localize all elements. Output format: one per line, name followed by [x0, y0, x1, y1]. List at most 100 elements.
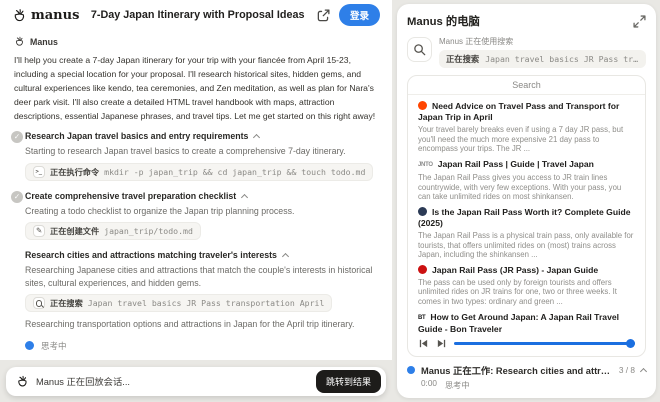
search-result[interactable]: BTHow to Get Around Japan: A Japan Rail …	[418, 312, 635, 333]
site-favicon-icon: JNTO	[418, 160, 433, 171]
manus-brand[interactable]: manus	[12, 8, 79, 23]
action-chip[interactable]: 正在搜索 Japan travel basics JR Pass transpo…	[25, 294, 332, 312]
action-chip-label: 正在执行命令	[50, 166, 99, 178]
site-favicon-icon	[418, 101, 427, 110]
action-chip[interactable]: 正在创建文件 japan_trip/todo.md	[25, 222, 201, 240]
manus-logo-icon	[12, 8, 27, 23]
skip-back-icon[interactable]	[418, 338, 429, 349]
result-title-row: Need Advice on Travel Pass and Transport…	[418, 101, 635, 123]
task-description: Starting to research Japan travel basics…	[25, 145, 378, 158]
working-status-row[interactable]: Manus 正在工作: Research cities and attracti…	[407, 363, 646, 377]
result-title-row: Is the Japan Rail Pass Worth it? Complet…	[418, 207, 635, 229]
task-sections: Research Japan travel basics and entry r…	[14, 131, 378, 331]
tool-usage-label: Manus 正在使用搜索	[439, 36, 646, 47]
task-description: Creating a todo checklist to organize th…	[25, 205, 378, 218]
task-header[interactable]: Create comprehensive travel preparation …	[25, 191, 378, 201]
search-result[interactable]: Japan Rail Pass (JR Pass) - Japan Guide …	[418, 265, 635, 307]
task-title: Research Japan travel basics and entry r…	[25, 131, 248, 141]
thinking-dot-icon	[25, 341, 34, 350]
result-title: Need Advice on Travel Pass and Transport…	[418, 101, 619, 122]
top-header: manus 7-Day Japan Itinerary with Proposa…	[0, 0, 392, 30]
search-results-window: Search Need Advice on Travel Pass and Tr…	[407, 75, 646, 357]
search-results-list[interactable]: Need Advice on Travel Pass and Transport…	[408, 95, 645, 333]
tool-action-label: 正在搜索	[446, 53, 479, 65]
task-section: Research Japan travel basics and entry r…	[14, 131, 378, 183]
intro-message: I'll help you create a 7-day Japan itine…	[14, 53, 378, 123]
result-snippet: The Japan Rail Pass gives you access to …	[418, 173, 635, 202]
task-section: Research cities and attractions matching…	[14, 250, 378, 331]
task-title: Research cities and attractions matching…	[25, 250, 277, 260]
result-title-row: BTHow to Get Around Japan: A Japan Rail …	[418, 312, 635, 333]
computer-header: Manus 的电脑	[407, 13, 646, 29]
result-title: Japan Rail Pass (JR Pass) - Japan Guide	[432, 265, 598, 275]
search-result[interactable]: Need Advice on Travel Pass and Transport…	[418, 101, 635, 154]
search-result[interactable]: JNTO Japan Rail Pass | Guide | Travel Jap…	[418, 159, 635, 202]
agent-name: Manus	[30, 37, 58, 47]
brand-wordmark: manus	[31, 8, 79, 23]
manus-logo-icon	[16, 375, 29, 388]
task-header[interactable]: Research Japan travel basics and entry r…	[25, 131, 378, 141]
result-title: Japan Rail Pass | Guide | Travel Japan	[438, 159, 594, 169]
task-description: Researching Japanese cities and attracti…	[25, 264, 378, 289]
playback-slider[interactable]	[454, 339, 635, 348]
action-chip-icon	[33, 297, 45, 309]
computer-footer: Manus 正在工作: Research cities and attracti…	[407, 363, 646, 391]
agent-row: Manus	[14, 36, 378, 47]
thinking-label: 思考中	[41, 340, 67, 352]
slider-track	[454, 342, 635, 345]
result-title-row: JNTO Japan Rail Pass | Guide | Travel Jap…	[418, 159, 635, 172]
computer-title: Manus 的电脑	[407, 13, 480, 29]
tool-usage-row: Manus 正在使用搜索 正在搜索 Japan travel basics JR…	[407, 36, 646, 68]
chevron-up-icon	[253, 134, 260, 141]
share-icon[interactable]	[316, 8, 331, 23]
task-section: Create comprehensive travel preparation …	[14, 191, 378, 243]
site-favicon-icon	[418, 265, 427, 274]
tool-action-bar: 正在搜索 Japan travel basics JR Pass transpo…	[439, 50, 646, 68]
result-title-row: Japan Rail Pass (JR Pass) - Japan Guide	[418, 265, 635, 276]
check-icon	[11, 131, 23, 143]
result-title: How to Get Around Japan: A Japan Rail Tr…	[418, 312, 619, 333]
expand-icon[interactable]	[633, 15, 646, 28]
action-chip-value: mkdir -p japan_trip && cd japan_trip && …	[104, 167, 365, 177]
task-header[interactable]: Research cities and attractions matching…	[25, 250, 378, 260]
result-snippet: The Japan Rail Pass is a physical train …	[418, 231, 635, 260]
playback-status: Manus 正在回放会话...	[36, 374, 309, 388]
action-chip[interactable]: 正在执行命令 mkdir -p japan_trip && cd japan_t…	[25, 163, 373, 181]
playback-bar-area: Manus 正在回放会话... 跳转到结果	[0, 360, 392, 402]
chat-panel: manus 7-Day Japan Itinerary with Proposa…	[0, 0, 392, 402]
action-chip-value: Japan travel basics JR Pass transportati…	[88, 298, 325, 308]
replay-controls	[408, 333, 645, 356]
chevron-up-icon[interactable]	[640, 367, 647, 374]
result-title: Is the Japan Rail Pass Worth it? Complet…	[418, 207, 631, 228]
manus-avatar-icon	[14, 36, 25, 47]
task-description-secondary: Researching transportation options and a…	[25, 318, 378, 331]
app-root: manus 7-Day Japan Itinerary with Proposa…	[0, 0, 660, 402]
working-dot-icon	[407, 366, 415, 374]
action-chip-icon	[33, 166, 45, 178]
action-chip-value: japan_trip/todo.md	[104, 226, 193, 236]
skip-forward-icon[interactable]	[436, 338, 447, 349]
tool-query-text: Japan travel basics JR Pass transportati…	[485, 54, 639, 64]
login-button[interactable]: 登录	[339, 4, 380, 26]
chevron-up-icon	[241, 194, 248, 201]
chevron-up-icon	[282, 253, 289, 260]
action-chip-icon	[33, 225, 45, 237]
result-snippet: Your travel barely breaks even if using …	[418, 125, 635, 154]
site-favicon-icon	[418, 207, 427, 216]
action-chip-label: 正在创建文件	[50, 225, 99, 237]
playback-bar: Manus 正在回放会话... 跳转到结果	[6, 367, 386, 396]
page-title: 7-Day Japan Itinerary with Proposal Idea…	[87, 9, 308, 21]
footer-meta-row: 0:00 思考中	[407, 379, 646, 391]
working-status: Manus 正在工作: Research cities and attracti…	[421, 363, 613, 377]
search-result[interactable]: Is the Japan Rail Pass Worth it? Complet…	[418, 207, 635, 260]
jump-to-result-button[interactable]: 跳转到结果	[316, 370, 381, 393]
footer-thinking-label: 思考中	[445, 379, 470, 391]
thinking-status: 思考中	[14, 340, 378, 352]
action-chip-label: 正在搜索	[50, 297, 83, 309]
tool-info: Manus 正在使用搜索 正在搜索 Japan travel basics JR…	[439, 36, 646, 68]
check-icon	[11, 191, 23, 203]
chat-scroll-area[interactable]: manus 7-Day Japan Itinerary with Proposa…	[0, 0, 392, 360]
slider-handle-icon[interactable]	[626, 339, 635, 348]
computer-panel-area: Manus 的电脑 Manus 正在使用搜索 正在搜索	[392, 0, 660, 402]
search-tab: Search	[408, 76, 645, 95]
